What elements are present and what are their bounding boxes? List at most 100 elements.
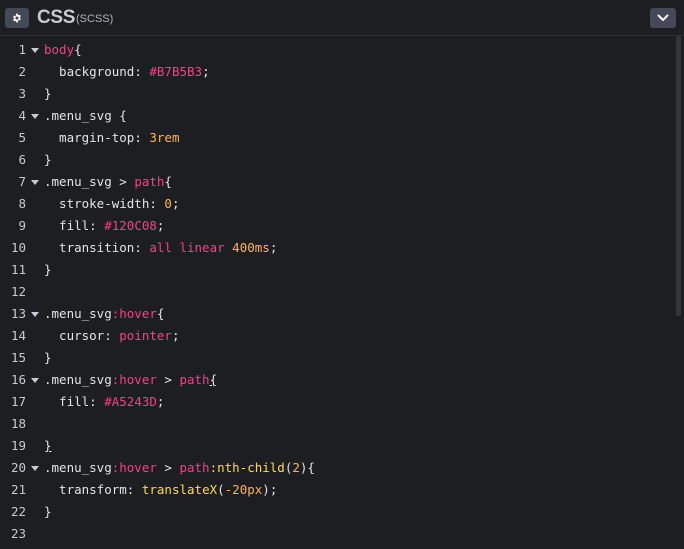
code-token: {: [156, 306, 165, 321]
line-number: 13: [10, 306, 26, 321]
fold-arrow-icon[interactable]: [30, 39, 40, 61]
code-token: #B7B5B3: [149, 64, 203, 79]
code-line[interactable]: 2 background: #B7B5B3;: [0, 61, 684, 83]
code-text: }: [44, 501, 52, 523]
code-line[interactable]: 7 .menu_svg > path{: [0, 171, 684, 193]
code-text: }: [44, 259, 52, 281]
fold-arrow-icon[interactable]: [30, 457, 40, 479]
code-token: }: [44, 350, 52, 365]
code-token: :hover: [111, 306, 157, 321]
code-text: .menu_svg {: [44, 105, 127, 127]
line-number: 2: [18, 64, 26, 79]
code-token: ;: [156, 394, 165, 409]
code-token: }: [44, 438, 52, 453]
line-number: 20: [10, 460, 26, 475]
line-number: 22: [10, 504, 26, 519]
code-token: ;: [156, 218, 165, 233]
code-text: transform: translateX(-20px);: [44, 479, 277, 501]
editor-subtitle: (SCSS): [76, 13, 114, 25]
code-line[interactable]: 16 .menu_svg:hover > path{: [0, 369, 684, 391]
code-line[interactable]: 22}: [0, 501, 684, 523]
collapse-button[interactable]: [650, 8, 676, 28]
code-token: 400ms: [232, 240, 270, 255]
fold-arrow-icon[interactable]: [30, 303, 40, 325]
code-line[interactable]: 4 .menu_svg {: [0, 105, 684, 127]
code-token: transition: [44, 240, 135, 255]
line-number: 11: [10, 262, 26, 277]
code-text: }: [44, 435, 52, 457]
code-token: fill: [44, 218, 90, 233]
code-token: (: [217, 482, 225, 497]
line-number: 5: [18, 130, 26, 145]
line-number: 6: [18, 152, 26, 167]
code-token: ){: [299, 460, 315, 475]
code-token: path: [179, 460, 210, 475]
code-line[interactable]: 11}: [0, 259, 684, 281]
code-line[interactable]: 23: [0, 523, 684, 545]
code-line[interactable]: 1 body{: [0, 39, 684, 61]
code-token: :: [126, 482, 142, 497]
code-token: :hover: [111, 372, 157, 387]
code-text: .menu_svg:hover{: [44, 303, 164, 325]
code-token: :: [149, 196, 165, 211]
code-token: .menu_svg {: [44, 108, 127, 123]
code-line[interactable]: 14 cursor: pointer;: [0, 325, 684, 347]
code-text: }: [44, 83, 52, 105]
code-text: }: [44, 149, 52, 171]
code-line[interactable]: 15}: [0, 347, 684, 369]
code-text: .menu_svg > path{: [44, 171, 172, 193]
code-line[interactable]: 10 transition: all linear 400ms;: [0, 237, 684, 259]
chevron-down-icon: [657, 9, 669, 27]
code-token: ;: [202, 64, 210, 79]
code-line[interactable]: 9 fill: #120C08;: [0, 215, 684, 237]
code-line[interactable]: 18: [0, 413, 684, 435]
code-token: :: [134, 130, 150, 145]
line-number: 10: [10, 240, 26, 255]
code-line[interactable]: 6}: [0, 149, 684, 171]
code-line[interactable]: 8 stroke-width: 0;: [0, 193, 684, 215]
code-line[interactable]: 3}: [0, 83, 684, 105]
code-line[interactable]: 12: [0, 281, 684, 303]
code-token: 0: [164, 196, 172, 211]
code-text: body{: [44, 39, 82, 61]
code-editor[interactable]: 1 body{2 background: #B7B5B3; 3} 4 .menu_svg…: [0, 36, 684, 549]
code-token: :: [104, 328, 120, 343]
fold-arrow-icon[interactable]: [30, 105, 40, 127]
fold-arrow-icon[interactable]: [30, 369, 40, 391]
code-token: background: [44, 64, 135, 79]
code-token: 3rem: [149, 130, 180, 145]
line-number: 23: [10, 526, 26, 541]
code-line[interactable]: 5 margin-top: 3rem: [0, 127, 684, 149]
line-number: 12: [10, 284, 26, 299]
code-token: .menu_svg: [44, 372, 112, 387]
code-token: {: [74, 42, 82, 57]
code-token: pointer: [119, 328, 172, 343]
line-number: 4: [18, 108, 26, 123]
code-token: .menu_svg: [44, 460, 112, 475]
line-number: 7: [18, 174, 26, 189]
settings-button[interactable]: [5, 8, 29, 28]
fold-arrow-icon[interactable]: [30, 171, 40, 193]
code-token: :hover: [111, 460, 157, 475]
code-line[interactable]: 17 fill: #A5243D;: [0, 391, 684, 413]
code-token: }: [44, 504, 52, 519]
code-line[interactable]: 13 .menu_svg:hover{: [0, 303, 684, 325]
editor-title: CSS: [37, 7, 76, 28]
code-token: {: [164, 174, 172, 189]
code-line[interactable]: 19}: [0, 435, 684, 457]
code-text: .menu_svg:hover > path{: [44, 369, 217, 391]
code-token: :: [134, 64, 150, 79]
code-line[interactable]: 20 .menu_svg:hover > path:nth-child(2){: [0, 457, 684, 479]
css-editor-panel: CSS (SCSS) 1 body{2 background: #B7B5B3; 3…: [0, 0, 684, 549]
gear-icon: [12, 13, 22, 23]
code-token: }: [44, 86, 52, 101]
code-token: }: [44, 152, 52, 167]
code-token: -20px: [224, 482, 263, 497]
code-token: ;: [171, 328, 180, 343]
code-token: margin-top: [44, 130, 135, 145]
line-number: 18: [10, 416, 26, 431]
code-token: stroke-width: [44, 196, 150, 211]
line-number: 14: [10, 328, 26, 343]
code-line[interactable]: 21 transform: translateX(-20px);: [0, 479, 684, 501]
code-text: background: #B7B5B3;: [44, 61, 210, 83]
